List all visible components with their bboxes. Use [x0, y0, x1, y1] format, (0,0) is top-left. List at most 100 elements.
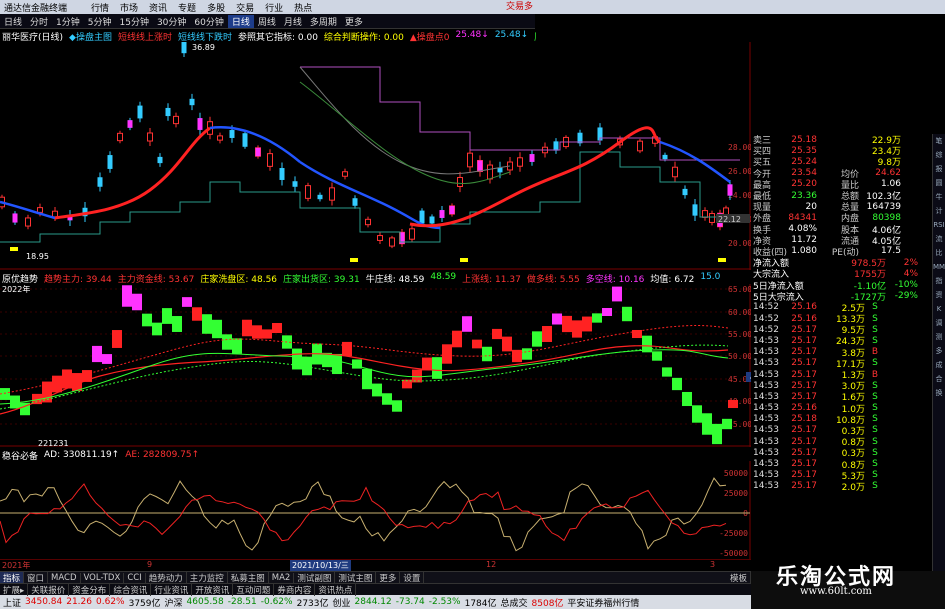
quote-value: 102.3亿 — [866, 192, 901, 203]
sidebar-item-6[interactable]: RSI — [933, 218, 945, 232]
quote-value: 11.72 — [791, 235, 817, 246]
sidebar-item-10[interactable]: 指 — [933, 274, 945, 288]
sidebar-item-3[interactable]: 圆 — [933, 176, 945, 190]
trend-block-bar — [692, 405, 702, 423]
info-tab-6[interactable]: 互动问题 — [233, 583, 275, 596]
date-label-2: 2021/10/13/三 — [290, 560, 351, 571]
indicator-tab-1[interactable]: 窗口 — [24, 571, 49, 584]
sidebar-item-18[interactable]: 换 — [933, 386, 945, 400]
sidebar-item-15[interactable]: 多 — [933, 344, 945, 358]
stock-name[interactable]: 丽华医疗(日线) — [2, 30, 63, 43]
info-tab-7[interactable]: 券商内容 — [274, 583, 316, 596]
sidebar-item-14[interactable]: 测 — [933, 330, 945, 344]
tab-period-6[interactable]: 60分钟 — [190, 15, 227, 28]
menu-industry[interactable]: 行业 — [265, 1, 283, 14]
menu-quotes[interactable]: 行情 — [91, 1, 109, 14]
tab-period-8[interactable]: 周线 — [254, 15, 280, 28]
candle-down — [189, 98, 195, 106]
sidebar-item-11[interactable]: 资 — [933, 288, 945, 302]
menu-hotspot[interactable]: 热点 — [294, 1, 312, 14]
menu-multi-stock[interactable]: 多股 — [207, 1, 225, 14]
indicator-tab-9[interactable]: 测试副图 — [294, 571, 336, 584]
menu-trade[interactable]: 交易 — [236, 1, 254, 14]
tick-price: 25.17 — [791, 391, 817, 402]
sidebar-item-16[interactable]: 成 — [933, 358, 945, 372]
sidebar-item-12[interactable]: K — [933, 302, 945, 316]
sidebar-item-13[interactable]: 调 — [933, 316, 945, 330]
trend-block-bar — [122, 285, 132, 307]
indicator-tab-8[interactable]: MA2 — [269, 572, 295, 583]
info-tab-0[interactable]: 扩展▸ — [0, 583, 29, 596]
tick-side: S — [872, 447, 878, 458]
indicator-tab-12[interactable]: 设置 — [400, 571, 425, 584]
ad-indicator-chart[interactable]: 50000250000-25000-50000 — [0, 461, 751, 559]
tab-period-10[interactable]: 多周期 — [306, 15, 341, 28]
date-label-0: 2021年 — [2, 561, 31, 570]
ad-indicator-name[interactable]: 稳谷必备 — [2, 449, 38, 462]
tab-period-2[interactable]: 1分钟 — [52, 15, 84, 28]
sidebar-item-17[interactable]: 合 — [933, 372, 945, 386]
sidebar-item-0[interactable]: 笔 — [933, 134, 945, 148]
candle-down — [662, 154, 668, 160]
sidebar-item-9[interactable]: MM — [933, 260, 945, 274]
info-tab-1[interactable]: 关联报价 — [28, 583, 70, 596]
candle-highlight — [439, 210, 445, 218]
tick-price: 25.17 — [791, 335, 817, 346]
sidebar-item-1[interactable]: 综 — [933, 148, 945, 162]
status-index-value: 3450.84 — [25, 597, 63, 607]
low-legend-items: AD: 330811.19↑ AE: 282809.75↑ — [44, 450, 199, 460]
indicator-tab-4[interactable]: CCI — [124, 572, 146, 583]
tab-period-daily[interactable]: 日线 — [227, 14, 254, 28]
trend-block-bar — [562, 315, 572, 333]
tick-side: S — [872, 324, 878, 335]
menu-topics[interactable]: 专题 — [178, 1, 196, 14]
tab-period-3[interactable]: 5分钟 — [84, 15, 116, 28]
indicator-tab-6[interactable]: 主力监控 — [187, 571, 228, 584]
trend-indicator-name[interactable]: 原优趋势 — [2, 272, 38, 285]
tab-period-5[interactable]: 30分钟 — [153, 15, 190, 28]
trend-block-bar — [52, 375, 62, 393]
info-tab-8[interactable]: 资讯热点 — [315, 583, 357, 596]
status-index-label: 上证 — [3, 598, 22, 609]
candle-down — [682, 188, 688, 196]
indicator-tab-2[interactable]: MACD — [48, 572, 81, 583]
trend-indicator-chart[interactable]: 65.0060.0055.0050.0045.0040.0035.002022年… — [0, 284, 751, 447]
candlestick-chart[interactable]: 28.0026.0024.0022.0020.0036.8918.9522.12 — [0, 42, 751, 270]
tab-period-0[interactable]: 日线 — [0, 15, 26, 28]
trend-block-bar — [612, 286, 622, 302]
template-button[interactable]: 模板 — [727, 571, 751, 584]
mid-axis-label: 60.00 — [728, 308, 751, 317]
tick-time: 14:53 — [753, 470, 779, 481]
menu-news[interactable]: 资讯 — [149, 1, 167, 14]
function-sidebar: 笔综报圆牛计 RSI 流比 MM 指资 K 调测多成合换 — [932, 134, 945, 574]
indicator-tab-3[interactable]: VOL-TDX — [81, 572, 125, 583]
indicator-tab-0[interactable]: 指标 — [0, 571, 25, 584]
info-tab-5[interactable]: 开放资讯 — [192, 583, 234, 596]
candle-down — [553, 141, 559, 151]
info-tab-3[interactable]: 综合资讯 — [110, 583, 152, 596]
indicator-tab-7[interactable]: 私募主图 — [228, 571, 269, 584]
tick-side: S — [872, 380, 878, 391]
menu-market[interactable]: 市场 — [120, 1, 138, 14]
tab-period-1[interactable]: 分时 — [26, 15, 52, 28]
sidebar-item-7[interactable]: 流 — [933, 232, 945, 246]
indicator-tab-5[interactable]: 趋势动力 — [146, 571, 187, 584]
date-axis: 2021年 9 2021/10/13/三 12 3 — [0, 559, 751, 571]
sidebar-item-2[interactable]: 报 — [933, 162, 945, 176]
tab-period-9[interactable]: 月线 — [280, 15, 306, 28]
sidebar-item-8[interactable]: 比 — [933, 246, 945, 260]
tab-period-4[interactable]: 15分钟 — [116, 15, 153, 28]
info-tab-2[interactable]: 资金分布 — [69, 583, 111, 596]
tab-period-more[interactable]: 更多 — [341, 15, 367, 28]
trend-block-bar — [652, 351, 662, 361]
sidebar-item-5[interactable]: 计 — [933, 204, 945, 218]
quote-value: 25.20 — [791, 179, 817, 190]
trade-shortcut[interactable]: 交易多 — [506, 0, 533, 14]
tick-side: S — [872, 313, 878, 324]
indicator-tab-10[interactable]: 测试主图 — [335, 571, 377, 584]
info-tab-4[interactable]: 行业资讯 — [151, 583, 193, 596]
sidebar-item-4[interactable]: 牛 — [933, 190, 945, 204]
mid-date-tag: 221231 — [38, 439, 69, 447]
indicator-tab-11[interactable]: 更多 — [376, 571, 401, 584]
quote-value: 25.24 — [791, 156, 817, 167]
